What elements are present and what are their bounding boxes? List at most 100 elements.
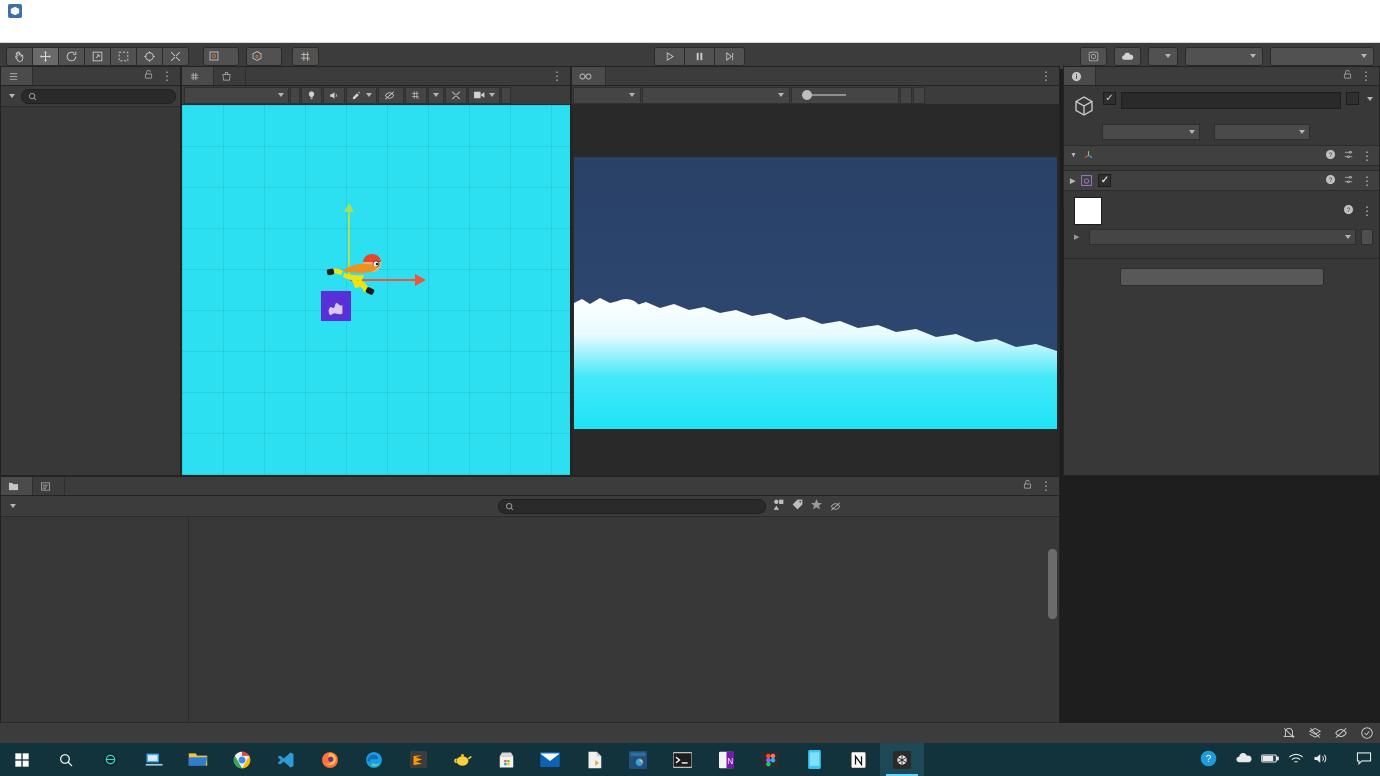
preset-icon[interactable] xyxy=(1343,174,1354,188)
eye-off-icon[interactable] xyxy=(1334,726,1348,740)
sprite-renderer-enabled-checkbox[interactable]: ✓ xyxy=(1098,174,1111,187)
terminal-icon[interactable] xyxy=(660,743,704,776)
scene-visibility-toggle[interactable] xyxy=(378,87,404,104)
scene-lighting-toggle[interactable] xyxy=(301,87,322,104)
favorites-star-icon[interactable] xyxy=(810,498,823,514)
inspector-menu-icon[interactable]: ⋮ xyxy=(1360,70,1372,82)
help-circle-icon[interactable]: ? xyxy=(1200,750,1217,770)
cloud-icon[interactable] xyxy=(1114,47,1141,66)
collab-icon[interactable] xyxy=(1080,47,1107,66)
scene-fx-dropdown[interactable] xyxy=(346,87,377,104)
onedrive-icon[interactable] xyxy=(1235,752,1252,767)
project-search-input[interactable] xyxy=(498,499,766,514)
scene-gizmos-dropdown[interactable] xyxy=(501,87,511,104)
menu-item-edit[interactable] xyxy=(22,30,38,34)
object-enabled-checkbox[interactable]: ✓ xyxy=(1103,92,1116,105)
scrollbar-thumb[interactable] xyxy=(1048,549,1057,619)
menu-item-cinemachine[interactable] xyxy=(86,30,102,34)
layer-dropdown[interactable] xyxy=(1214,124,1310,140)
account-dropdown[interactable] xyxy=(1148,47,1178,66)
mute-audio-toggle[interactable] xyxy=(913,87,925,104)
project-add-button[interactable] xyxy=(6,504,18,508)
help-icon[interactable]: ? xyxy=(1343,204,1354,218)
transform-component-header[interactable]: ▼ ? ⋮ xyxy=(1064,145,1379,166)
rotate-tool-button[interactable] xyxy=(58,47,85,66)
tag-dropdown[interactable] xyxy=(1102,124,1200,140)
filter-by-type-icon[interactable] xyxy=(772,498,785,514)
scale-slider-knob[interactable] xyxy=(802,90,812,100)
sublime-icon[interactable] xyxy=(396,743,440,776)
wifi-icon[interactable] xyxy=(1288,752,1304,768)
scene-grid-toggle[interactable] xyxy=(405,87,427,104)
sprite-renderer-component-header[interactable]: ▶ ✓ ? ⋮ xyxy=(1064,170,1379,191)
task-view-icon[interactable] xyxy=(132,743,176,776)
mail-icon[interactable] xyxy=(528,743,572,776)
notion-icon[interactable] xyxy=(836,743,880,776)
figma-icon[interactable] xyxy=(748,743,792,776)
material-preview-swatch[interactable] xyxy=(1074,197,1102,225)
hierarchy-search-input[interactable] xyxy=(21,89,176,104)
pivot-center-button[interactable] xyxy=(203,47,239,66)
phone-link-icon[interactable] xyxy=(792,743,836,776)
hierarchy-add-button[interactable] xyxy=(5,94,17,98)
static-toggle[interactable] xyxy=(1346,92,1373,105)
project-visibility-count[interactable] xyxy=(829,501,844,512)
asset-grid[interactable] xyxy=(189,537,1059,703)
unity-icon[interactable] xyxy=(880,743,924,776)
transform-menu-icon[interactable]: ⋮ xyxy=(1361,150,1373,162)
minimize-button[interactable] xyxy=(1248,0,1292,22)
sprite-renderer-foldout-icon[interactable]: ▶ xyxy=(1070,177,1075,185)
scene-canvas[interactable] xyxy=(182,105,570,475)
check-circle-icon[interactable] xyxy=(1360,726,1374,740)
lock-icon[interactable] xyxy=(1342,69,1353,83)
pycharm-icon[interactable] xyxy=(616,743,660,776)
vscode-icon[interactable] xyxy=(264,743,308,776)
scene-viewport[interactable] xyxy=(182,105,570,475)
search-icon[interactable] xyxy=(44,743,88,776)
cortana-icon[interactable] xyxy=(88,743,132,776)
edge-icon[interactable] xyxy=(352,743,396,776)
shader-foldout-icon[interactable]: ▶ xyxy=(1074,233,1079,241)
tab-hierarchy[interactable] xyxy=(1,67,33,85)
microsoft-store-icon[interactable] xyxy=(484,743,528,776)
file-explorer-icon[interactable] xyxy=(176,743,220,776)
sprite-renderer-menu-icon[interactable]: ⋮ xyxy=(1361,175,1373,187)
tab-console[interactable] xyxy=(33,477,65,495)
layout-dropdown[interactable] xyxy=(1270,47,1374,66)
pivot-rotation-button[interactable] xyxy=(246,47,282,66)
game-viewport[interactable] xyxy=(572,105,1059,475)
project-folder-tree[interactable] xyxy=(1,517,189,722)
custom-tool-button[interactable] xyxy=(162,47,189,66)
hierarchy-tree[interactable] xyxy=(1,107,180,475)
help-icon[interactable]: ? xyxy=(1325,149,1336,163)
play-button[interactable] xyxy=(654,47,685,66)
scene-camera-dropdown[interactable] xyxy=(468,87,500,104)
scale-tool-button[interactable] xyxy=(84,47,111,66)
project-menu-icon[interactable]: ⋮ xyxy=(1040,480,1052,492)
shader-dropdown[interactable] xyxy=(1089,229,1356,245)
menu-item-file[interactable] xyxy=(6,30,22,34)
lock-icon[interactable] xyxy=(143,69,154,83)
maximize-on-play-toggle[interactable] xyxy=(900,87,912,104)
tab-game[interactable] xyxy=(572,67,606,85)
game-display-dropdown[interactable] xyxy=(573,87,641,104)
maximize-button[interactable] xyxy=(1292,0,1336,22)
firefox-icon[interactable] xyxy=(308,743,352,776)
notification-icon[interactable] xyxy=(1356,751,1372,768)
menu-item-gameobject[interactable] xyxy=(54,30,70,34)
pause-button[interactable] xyxy=(684,47,715,66)
menu-item-component[interactable] xyxy=(70,30,86,34)
word-icon[interactable] xyxy=(572,743,616,776)
teapot-icon[interactable] xyxy=(440,743,484,776)
tab-asset-store[interactable] xyxy=(214,67,246,85)
game-scale-slider[interactable] xyxy=(791,87,899,104)
layers-dropdown[interactable] xyxy=(1185,47,1263,66)
help-icon[interactable]: ? xyxy=(1325,174,1336,188)
mute-notification-icon[interactable] xyxy=(1282,726,1296,740)
scale-slider-track[interactable] xyxy=(802,94,846,96)
scene-shading-dropdown[interactable] xyxy=(184,87,289,104)
battery-icon[interactable] xyxy=(1261,753,1279,767)
start-button[interactable] xyxy=(0,743,44,776)
preset-icon[interactable] xyxy=(1343,149,1354,163)
step-button[interactable] xyxy=(714,47,745,66)
